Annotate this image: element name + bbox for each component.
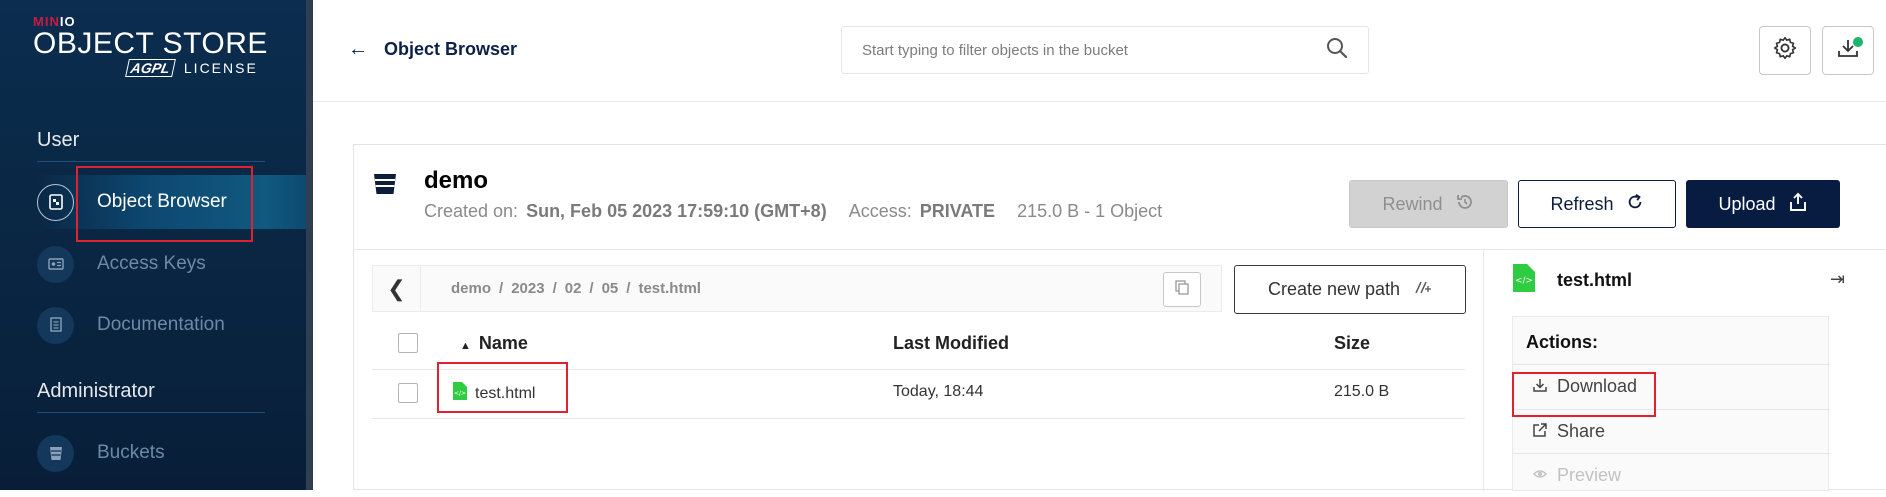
logo-product: OBJECT STORE <box>33 27 268 60</box>
section-divider <box>37 412 265 413</box>
breadcrumb-separator: / <box>626 280 631 297</box>
buckets-icon <box>37 434 74 472</box>
chevron-left-icon: ❮ <box>387 275 406 301</box>
row-checkbox[interactable] <box>398 383 418 403</box>
search-input[interactable]: Start typing to filter objects in the bu… <box>841 26 1369 74</box>
new-path-label: Create new path <box>1267 279 1401 299</box>
rewind-label: Rewind <box>1382 193 1443 214</box>
preview-label: Preview <box>1557 465 1622 485</box>
minio-logo[interactable]: MINIO OBJECT STORE AGPL LICENSE <box>33 14 273 86</box>
row-divider <box>372 418 1465 419</box>
upload-icon <box>1788 192 1808 217</box>
settings-button[interactable] <box>1759 26 1811 75</box>
sidebar-item-label: Buckets <box>97 442 165 463</box>
table-row-modified: Today, 18:44 <box>893 383 984 400</box>
collapse-panel-icon: ⇥ <box>1830 269 1846 289</box>
history-icon <box>1455 192 1475 217</box>
breadcrumb-item[interactable]: 05 <box>602 280 619 297</box>
select-all-checkbox[interactable] <box>398 333 418 353</box>
sidebar-item-buckets[interactable]: Buckets <box>37 426 306 480</box>
highlight-box <box>76 166 253 242</box>
breadcrumb-item[interactable]: 02 <box>565 280 582 297</box>
upload-label: Upload <box>1718 193 1776 214</box>
top-header: ← Object Browser Start typing to filter … <box>313 0 1886 102</box>
breadcrumb-separator: / <box>589 280 594 297</box>
bucket-panel: demo Created on: Sun, Feb 05 2023 17:59:… <box>353 144 1886 491</box>
access-label: Access: <box>848 201 912 221</box>
create-new-path-button[interactable]: Create new path <box>1234 265 1466 314</box>
refresh-button[interactable]: Refresh <box>1518 180 1676 228</box>
bucket-meta: Created on: Sun, Feb 05 2023 17:59:10 (G… <box>424 201 1162 222</box>
breadcrumb-separator: / <box>499 280 504 297</box>
notification-dot <box>1853 37 1863 47</box>
bucket-icon <box>373 172 397 201</box>
column-header-size[interactable]: Size <box>1334 333 1370 354</box>
breadcrumb-bar: ❮ demo / 2023 / 02 / 05 / test.html <box>372 265 1222 312</box>
sort-asc-icon: ▲ <box>460 340 471 352</box>
upload-button[interactable]: Upload <box>1686 180 1840 228</box>
agpl-badge: AGPL <box>125 59 176 77</box>
access-keys-icon <box>37 245 74 283</box>
documentation-icon <box>37 306 74 344</box>
created-value: Sun, Feb 05 2023 17:59:10 (GMT+8) <box>526 201 827 221</box>
sidebar-border <box>306 0 313 490</box>
table-row-size: 215.0 B <box>1334 383 1390 400</box>
bucket-summary: 215.0 B - 1 Object <box>1017 201 1163 221</box>
breadcrumb-separator: / <box>552 280 557 297</box>
html-file-icon: </> <box>1513 264 1535 297</box>
new-path-icon <box>1414 279 1432 300</box>
back-label: Object Browser <box>384 39 518 59</box>
copy-icon <box>1174 279 1190 300</box>
search-icon[interactable] <box>1326 37 1348 64</box>
panel-divider <box>354 249 1886 250</box>
column-header-name[interactable]: ▲ Name <box>460 333 528 354</box>
breadcrumb-back-button[interactable]: ❮ <box>373 266 421 311</box>
share-icon <box>1533 421 1547 442</box>
refresh-icon <box>1626 193 1644 216</box>
share-label: Share <box>1557 421 1606 441</box>
bucket-title: demo <box>424 167 489 194</box>
breadcrumb-item[interactable]: test.html <box>638 280 701 297</box>
sidebar-item-label: Access Keys <box>97 253 206 274</box>
section-title-user: User <box>37 129 80 151</box>
created-label: Created on: <box>424 201 519 221</box>
downloads-button[interactable] <box>1822 26 1874 75</box>
column-header-last-modified[interactable]: Last Modified <box>893 333 1009 354</box>
breadcrumb: demo / 2023 / 02 / 05 / test.html <box>451 280 701 297</box>
section-divider <box>37 161 265 162</box>
eye-icon <box>1533 465 1547 486</box>
column-name-label: Name <box>478 333 528 353</box>
back-button[interactable]: ← Object Browser <box>348 38 517 61</box>
highlight-box <box>1512 372 1656 417</box>
breadcrumb-item[interactable]: demo <box>451 280 491 297</box>
sidebar: MINIO OBJECT STORE AGPL LICENSE User Obj… <box>0 0 313 490</box>
refresh-label: Refresh <box>1550 193 1614 214</box>
gear-icon <box>1772 35 1798 66</box>
rewind-button[interactable]: Rewind <box>1349 180 1508 228</box>
license-label: LICENSE <box>183 60 258 76</box>
sidebar-item-label: Documentation <box>97 314 225 335</box>
actions-title: Actions: <box>1526 332 1598 352</box>
details-divider <box>1483 249 1484 491</box>
copy-path-button[interactable] <box>1163 272 1201 307</box>
object-browser-icon <box>37 183 74 221</box>
close-details-button[interactable]: ⇥ <box>1830 269 1845 290</box>
search-placeholder: Start typing to filter objects in the bu… <box>862 41 1128 59</box>
arrow-left-icon: ← <box>348 38 368 60</box>
highlight-box <box>437 362 568 413</box>
preview-action[interactable]: Preview <box>1513 453 1830 497</box>
sidebar-item-documentation[interactable]: Documentation <box>37 298 306 352</box>
breadcrumb-item[interactable]: 2023 <box>511 280 544 297</box>
details-file-name: test.html <box>1557 270 1633 290</box>
access-value: PRIVATE <box>919 201 996 221</box>
section-title-administrator: Administrator <box>37 380 155 402</box>
svg-text:</>: </> <box>1515 276 1533 286</box>
sidebar-item-access-keys[interactable]: Access Keys <box>37 237 306 291</box>
